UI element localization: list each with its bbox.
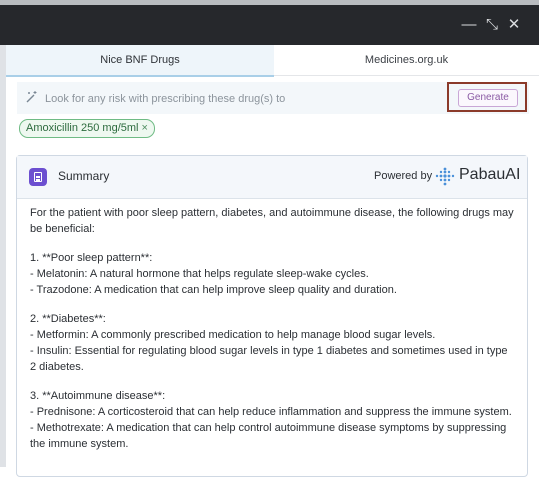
summary-item: - Melatonin: A natural hormone that help…: [30, 268, 369, 280]
summary-header: Summary Powered by PabauAI: [17, 156, 527, 199]
generate-button[interactable]: Generate: [458, 89, 518, 107]
magic-wand-icon: [25, 90, 39, 104]
tab-medicines-org-uk[interactable]: Medicines.org.uk: [274, 45, 539, 76]
powered-by-label: Powered by: [374, 170, 433, 182]
left-edge: [0, 45, 6, 467]
summary-title: Summary: [58, 169, 110, 183]
minimize-icon[interactable]: —: [460, 16, 478, 34]
close-icon[interactable]: ✕: [505, 16, 523, 34]
risk-search-input[interactable]: [43, 88, 447, 110]
restore-icon[interactable]: ⤡: [483, 16, 501, 34]
summary-item: - Metformin: A commonly prescribed medic…: [30, 329, 436, 341]
generate-button-highlight: Generate: [447, 82, 527, 112]
pabau-logo-icon: [435, 167, 455, 186]
summary-item: - Methotrexate: A medication that can he…: [30, 422, 507, 450]
summary-intro: For the patient with poor sleep pattern,…: [30, 207, 514, 235]
summary-item: - Trazodone: A medication that can help …: [30, 284, 397, 296]
tab-nice-bnf-drugs[interactable]: Nice BNF Drugs: [6, 45, 274, 77]
document-icon: [29, 168, 47, 186]
drug-chip: Amoxicillin 250 mg/5ml ×: [19, 119, 155, 138]
section-heading-diabetes: 2. **Diabetes**:: [30, 313, 106, 325]
window-titlebar: — ⤡ ✕: [0, 5, 539, 45]
summary-content: For the patient with poor sleep pattern,…: [30, 205, 515, 452]
summary-item: - Prednisone: A corticosteroid that can …: [30, 406, 512, 418]
source-tabs: Nice BNF Drugs Medicines.org.uk: [6, 45, 539, 77]
summary-item: - Insulin: Essential for regulating bloo…: [30, 345, 508, 373]
chip-remove-icon[interactable]: ×: [141, 122, 147, 134]
drug-chip-label: Amoxicillin 250 mg/5ml: [26, 122, 139, 134]
section-heading-autoimmune: 3. **Autoimmune disease**:: [30, 390, 166, 402]
magic-wand-icon-svg: [26, 91, 37, 103]
brand-name: PabauAI: [459, 166, 521, 183]
section-heading-sleep: 1. **Poor sleep pattern**:: [30, 252, 153, 264]
summary-panel: Summary Powered by PabauAI For the patie…: [16, 155, 528, 477]
